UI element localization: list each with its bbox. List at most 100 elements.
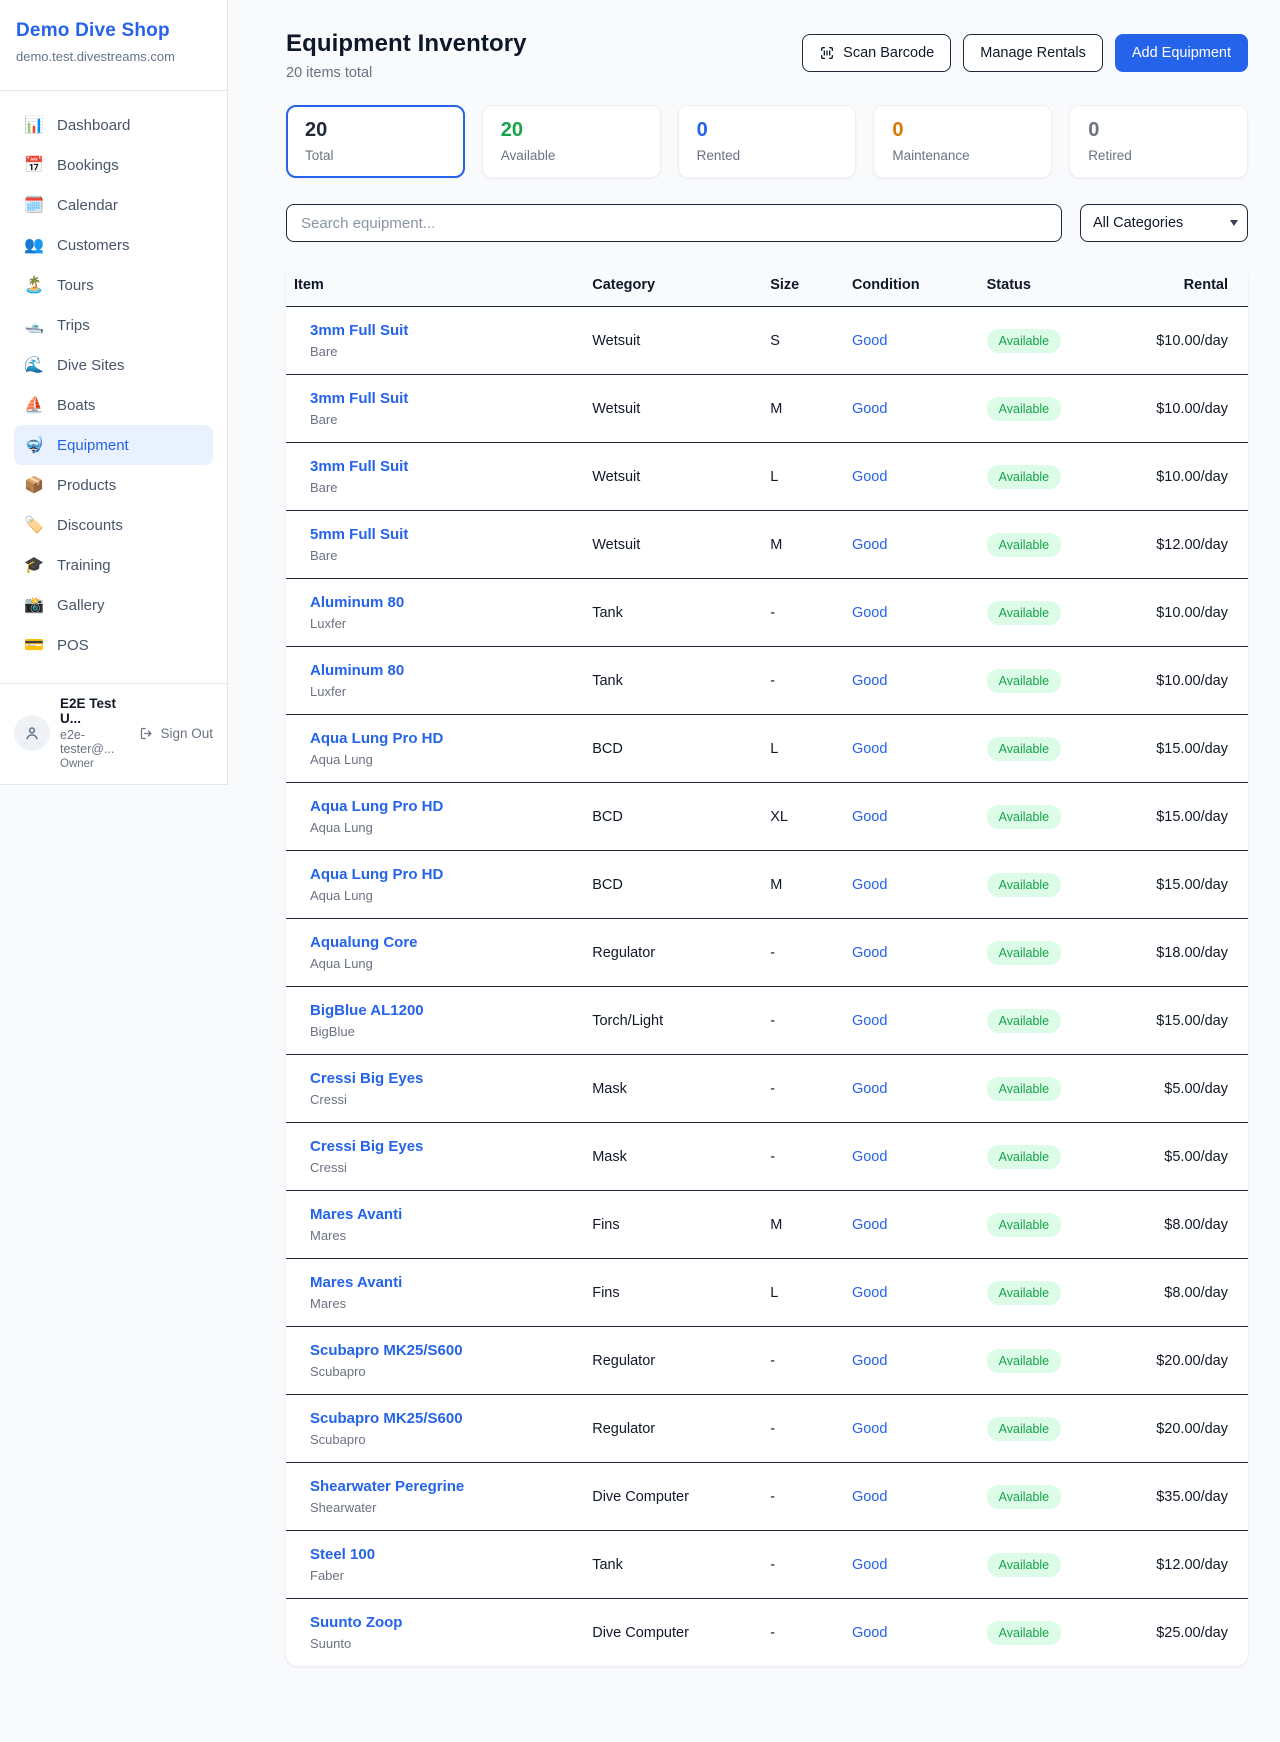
- manage-rentals-label: Manage Rentals: [980, 45, 1086, 61]
- item-link[interactable]: Steel 100: [310, 1546, 375, 1563]
- sidebar-item-bookings[interactable]: 📅 Bookings: [14, 145, 213, 185]
- category-select[interactable]: All Categories: [1080, 204, 1248, 242]
- table-row: Suunto Zoop Suunto Dive Computer - Good …: [286, 1599, 1248, 1667]
- item-condition-link[interactable]: Good: [852, 1421, 887, 1437]
- stat-card-rented[interactable]: 0 Rented: [678, 105, 857, 178]
- item-link[interactable]: Cressi Big Eyes: [310, 1138, 423, 1155]
- stat-card-retired[interactable]: 0 Retired: [1069, 105, 1248, 178]
- status-badge: Available: [987, 1553, 1062, 1577]
- item-link[interactable]: Aqua Lung Pro HD: [310, 730, 443, 747]
- table-row: Mares Avanti Mares Fins M Good Available…: [286, 1191, 1248, 1259]
- item-condition-link[interactable]: Good: [852, 1625, 887, 1641]
- item-link[interactable]: Aqualung Core: [310, 934, 418, 951]
- item-condition-link[interactable]: Good: [852, 741, 887, 757]
- item-condition-link[interactable]: Good: [852, 1149, 887, 1165]
- status-badge: Available: [987, 1485, 1062, 1509]
- sidebar-item-calendar[interactable]: 🗓️ Calendar: [14, 185, 213, 225]
- item-link[interactable]: BigBlue AL1200: [310, 1002, 424, 1019]
- sign-out-icon: [139, 726, 154, 741]
- item-brand: Aqua Lung: [310, 956, 576, 971]
- nav-item-label: Boats: [57, 397, 95, 414]
- item-link[interactable]: Scubapro MK25/S600: [310, 1410, 463, 1427]
- sidebar-item-pos[interactable]: 💳 POS: [14, 625, 213, 665]
- item-condition-link[interactable]: Good: [852, 1489, 887, 1505]
- item-size: -: [762, 1395, 844, 1463]
- status-badge: Available: [987, 805, 1062, 829]
- sidebar-item-trips[interactable]: 🛥️ Trips: [14, 305, 213, 345]
- sidebar-item-tours[interactable]: 🏝️ Tours: [14, 265, 213, 305]
- user-name: E2E Test U...: [60, 696, 129, 726]
- item-rental-price: $25.00/day: [1156, 1625, 1228, 1641]
- nav-item-icon: 🏝️: [24, 275, 44, 295]
- sidebar-item-dive-sites[interactable]: 🌊 Dive Sites: [14, 345, 213, 385]
- item-condition-link[interactable]: Good: [852, 877, 887, 893]
- sidebar-item-dashboard[interactable]: 📊 Dashboard: [14, 105, 213, 145]
- item-rental-price: $10.00/day: [1156, 673, 1228, 689]
- item-size: -: [762, 647, 844, 715]
- item-condition-link[interactable]: Good: [852, 1081, 887, 1097]
- item-brand: BigBlue: [310, 1024, 576, 1039]
- stat-label: Retired: [1088, 148, 1229, 163]
- item-link[interactable]: 3mm Full Suit: [310, 322, 408, 339]
- status-badge: Available: [987, 397, 1062, 421]
- item-condition-link[interactable]: Good: [852, 1353, 887, 1369]
- item-rental-price: $15.00/day: [1156, 741, 1228, 757]
- item-link[interactable]: 5mm Full Suit: [310, 526, 408, 543]
- item-condition-link[interactable]: Good: [852, 809, 887, 825]
- scan-barcode-button[interactable]: Scan Barcode: [802, 34, 951, 72]
- item-condition-link[interactable]: Good: [852, 401, 887, 417]
- item-link[interactable]: Aqua Lung Pro HD: [310, 866, 443, 883]
- item-brand: Mares: [310, 1228, 576, 1243]
- search-input[interactable]: [286, 204, 1062, 242]
- table-row: Aqualung Core Aqua Lung Regulator - Good…: [286, 919, 1248, 987]
- sidebar-item-boats[interactable]: ⛵ Boats: [14, 385, 213, 425]
- column-header-item: Item: [286, 264, 584, 307]
- manage-rentals-button[interactable]: Manage Rentals: [963, 34, 1103, 72]
- item-condition-link[interactable]: Good: [852, 673, 887, 689]
- status-badge: Available: [987, 1349, 1062, 1373]
- item-link[interactable]: 3mm Full Suit: [310, 458, 408, 475]
- stat-card-total[interactable]: 20 Total: [286, 105, 465, 178]
- item-link[interactable]: Mares Avanti: [310, 1274, 402, 1291]
- item-condition-link[interactable]: Good: [852, 537, 887, 553]
- nav-item-label: Customers: [57, 237, 130, 254]
- item-category: Wetsuit: [584, 443, 762, 511]
- item-link[interactable]: Shearwater Peregrine: [310, 1478, 464, 1495]
- item-condition-link[interactable]: Good: [852, 1285, 887, 1301]
- item-condition-link[interactable]: Good: [852, 1013, 887, 1029]
- item-link[interactable]: Scubapro MK25/S600: [310, 1342, 463, 1359]
- sidebar-item-equipment[interactable]: 🤿 Equipment: [14, 425, 213, 465]
- item-brand: Mares: [310, 1296, 576, 1311]
- item-category: Fins: [584, 1191, 762, 1259]
- stat-card-maintenance[interactable]: 0 Maintenance: [873, 105, 1052, 178]
- item-condition-link[interactable]: Good: [852, 945, 887, 961]
- sign-out-button[interactable]: Sign Out: [139, 726, 213, 741]
- item-rental-price: $15.00/day: [1156, 1013, 1228, 1029]
- item-category: Dive Computer: [584, 1599, 762, 1667]
- item-link[interactable]: Suunto Zoop: [310, 1614, 402, 1631]
- item-condition-link[interactable]: Good: [852, 333, 887, 349]
- item-rental-price: $5.00/day: [1164, 1149, 1228, 1165]
- item-link[interactable]: Cressi Big Eyes: [310, 1070, 423, 1087]
- item-condition-link[interactable]: Good: [852, 605, 887, 621]
- add-equipment-button[interactable]: Add Equipment: [1115, 34, 1248, 72]
- item-condition-link[interactable]: Good: [852, 469, 887, 485]
- item-condition-link[interactable]: Good: [852, 1217, 887, 1233]
- item-link[interactable]: 3mm Full Suit: [310, 390, 408, 407]
- item-brand: Luxfer: [310, 616, 576, 631]
- sidebar-item-products[interactable]: 📦 Products: [14, 465, 213, 505]
- item-link[interactable]: Aluminum 80: [310, 662, 404, 679]
- item-link[interactable]: Aqua Lung Pro HD: [310, 798, 443, 815]
- sidebar-item-customers[interactable]: 👥 Customers: [14, 225, 213, 265]
- item-rental-price: $10.00/day: [1156, 605, 1228, 621]
- sidebar-item-discounts[interactable]: 🏷️ Discounts: [14, 505, 213, 545]
- item-condition-link[interactable]: Good: [852, 1557, 887, 1573]
- item-size: M: [762, 851, 844, 919]
- item-link[interactable]: Mares Avanti: [310, 1206, 402, 1223]
- sidebar-item-gallery[interactable]: 📸 Gallery: [14, 585, 213, 625]
- sidebar-item-training[interactable]: 🎓 Training: [14, 545, 213, 585]
- nav-item-label: Products: [57, 477, 116, 494]
- stat-card-available[interactable]: 20 Available: [482, 105, 661, 178]
- item-link[interactable]: Aluminum 80: [310, 594, 404, 611]
- item-category: Regulator: [584, 919, 762, 987]
